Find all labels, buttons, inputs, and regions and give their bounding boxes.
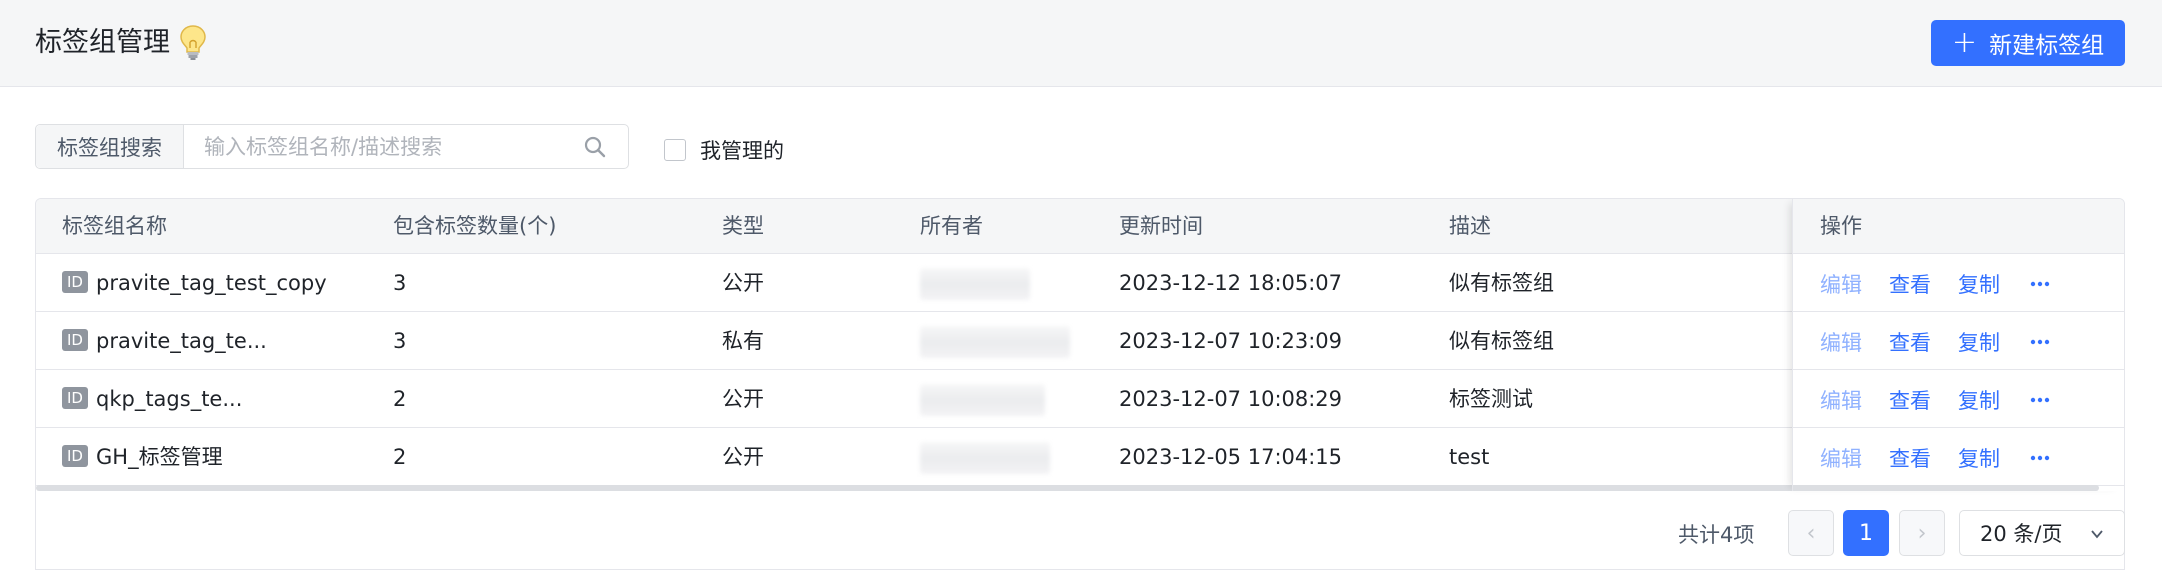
tag-group-name: qkp_tags_te... (96, 387, 243, 411)
new-tag-group-label: 新建标签组 (1989, 33, 2105, 59)
table-row: ID pravite_tag_test_copy 3 公开 2023-12-12 … (36, 254, 2124, 312)
desc-cell: test (1449, 445, 1490, 469)
tag-group-name: pravite_tag_test_copy (96, 271, 327, 295)
count-cell: 3 (393, 271, 407, 295)
edit-link[interactable]: 编辑 (1820, 443, 1862, 473)
id-badge-icon: ID (62, 445, 88, 467)
col-owner-header: 所有者 (920, 214, 983, 238)
edit-link[interactable]: 编辑 (1820, 385, 1862, 415)
new-tag-group-button[interactable]: + 新建标签组 (1931, 20, 2125, 66)
owner-avatar-blurred (920, 326, 1070, 358)
more-icon[interactable] (2030, 281, 2050, 287)
count-cell: 2 (393, 387, 407, 411)
owner-avatar-blurred (920, 268, 1030, 300)
count-cell: 2 (393, 445, 407, 469)
name-cell: ID pravite_tag_test_copy (62, 254, 327, 312)
edit-link[interactable]: 编辑 (1820, 327, 1862, 357)
more-icon[interactable] (2030, 339, 2050, 345)
mine-checkbox[interactable] (664, 139, 686, 161)
id-badge-icon: ID (62, 329, 88, 351)
page: 标签组管理 + 新建标签组 标签组搜索 我管理的 标签组名称 包含标签数量(个) (0, 0, 2162, 570)
lightbulb-icon (180, 25, 206, 60)
next-page-button[interactable]: › (1899, 510, 1945, 556)
name-cell: ID qkp_tags_te... (62, 370, 242, 428)
tag-group-name: GH_标签管理 (96, 445, 223, 469)
search-label: 标签组搜索 (36, 125, 184, 168)
copy-link[interactable]: 复制 (1958, 443, 2000, 473)
name-cell: ID GH_标签管理 (62, 428, 223, 486)
col-count-header: 包含标签数量(个) (393, 214, 557, 238)
col-desc-header: 描述 (1449, 214, 1491, 238)
type-cell: 公开 (722, 445, 764, 469)
more-icon[interactable] (2030, 455, 2050, 461)
owner-avatar-blurred (920, 442, 1050, 474)
type-cell: 公开 (722, 387, 764, 411)
total-count: 共计4项 (1678, 523, 1755, 547)
col-type-header: 类型 (722, 214, 764, 238)
search-group: 标签组搜索 (35, 124, 629, 169)
updated-cell: 2023-12-12 18:05:07 (1119, 271, 1343, 295)
updated-cell: 2023-12-07 10:08:29 (1119, 387, 1343, 411)
col-name-header: 标签组名称 (62, 214, 167, 238)
edit-link[interactable]: 编辑 (1820, 269, 1862, 299)
updated-cell: 2023-12-05 17:04:15 (1119, 445, 1343, 469)
copy-link[interactable]: 复制 (1958, 269, 2000, 299)
copy-link[interactable]: 复制 (1958, 385, 2000, 415)
view-link[interactable]: 查看 (1889, 327, 1931, 357)
col-updated-header: 更新时间 (1119, 214, 1203, 238)
id-badge-icon: ID (62, 387, 88, 409)
search-input[interactable] (184, 125, 628, 168)
type-cell: 公开 (722, 271, 764, 295)
table-header: 标签组名称 包含标签数量(个) 类型 所有者 更新时间 描述 操作 (36, 199, 2124, 254)
prev-page-button[interactable]: ‹ (1788, 510, 1834, 556)
mine-checkbox-label: 我管理的 (700, 139, 784, 163)
type-cell: 私有 (722, 329, 764, 353)
count-cell: 3 (393, 329, 407, 353)
page-title: 标签组管理 (35, 27, 170, 58)
table-row: ID GH_标签管理 2 公开 2023-12-05 17:04:15 test … (36, 428, 2124, 486)
updated-cell: 2023-12-07 10:23:09 (1119, 329, 1343, 353)
page-header: 标签组管理 + 新建标签组 (0, 0, 2162, 87)
table-row: ID pravite_tag_te... 3 私有 2023-12-07 10:2… (36, 312, 2124, 370)
desc-cell: 标签测试 (1449, 387, 1533, 411)
table-row: ID qkp_tags_te... 2 公开 2023-12-07 10:08:2… (36, 370, 2124, 428)
plus-icon: + (1951, 25, 1978, 60)
view-link[interactable]: 查看 (1889, 385, 1931, 415)
name-cell: ID pravite_tag_te... (62, 312, 267, 370)
page-size-select[interactable]: 20 条/页 (1959, 510, 2125, 556)
copy-link[interactable]: 复制 (1958, 327, 2000, 357)
view-link[interactable]: 查看 (1889, 269, 1931, 299)
desc-cell: 似有标签组 (1449, 271, 1554, 295)
desc-cell: 似有标签组 (1449, 329, 1554, 353)
horizontal-scrollbar[interactable] (36, 485, 2099, 491)
col-actions-header: 操作 (1820, 214, 1862, 238)
page-size-value: 20 条/页 (1980, 522, 2063, 546)
owner-avatar-blurred (920, 384, 1045, 416)
id-badge-icon: ID (62, 271, 88, 293)
more-icon[interactable] (2030, 397, 2050, 403)
chevron-down-icon (2091, 530, 2103, 539)
view-link[interactable]: 查看 (1889, 443, 1931, 473)
search-icon[interactable] (584, 136, 606, 158)
tag-group-name: pravite_tag_te... (96, 329, 267, 353)
page-1-button[interactable]: 1 (1843, 510, 1889, 556)
mine-filter[interactable]: 我管理的 (664, 135, 784, 165)
